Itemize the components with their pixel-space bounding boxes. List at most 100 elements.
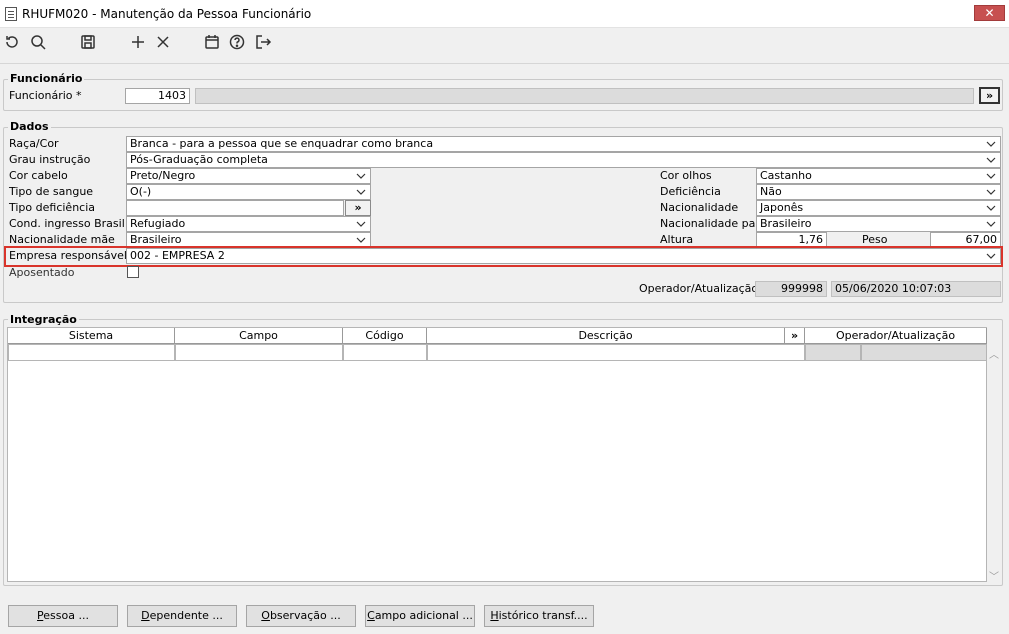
chevron-down-icon — [985, 250, 997, 262]
add-icon[interactable] — [127, 31, 149, 53]
raca-cor-select[interactable]: Branca - para a pessoa que se enquadrar … — [126, 136, 1001, 152]
historico-transf-button-hotkey: H — [490, 609, 499, 622]
raca-cor-label: Raça/Cor — [9, 137, 59, 150]
tipo-deficiencia-lookup-button[interactable]: » — [345, 200, 371, 216]
funcionario-group-title: Funcionário — [8, 72, 85, 85]
tipo-deficiencia-label: Tipo deficiência — [9, 201, 96, 214]
operador-datetime-field: 05/06/2020 10:07:03 — [831, 281, 1001, 297]
undo-icon[interactable] — [1, 31, 23, 53]
observacao-button[interactable]: Observação ... — [246, 605, 356, 627]
cor-cabelo-label: Cor cabelo — [9, 169, 68, 182]
historico-transf-button[interactable]: Histórico transf.... — [484, 605, 594, 627]
column-header-campo[interactable]: Campo — [175, 328, 343, 344]
campo-adicional-button-hotkey: C — [367, 609, 375, 622]
operador-label: Operador/Atualização — [639, 282, 759, 295]
column-expand-button[interactable]: » — [785, 328, 805, 344]
peso-label: Peso — [862, 233, 888, 246]
help-icon[interactable] — [226, 31, 248, 53]
nacionalidade-label: Nacionalidade — [660, 201, 739, 214]
cond-ingresso-value: Refugiado — [130, 217, 186, 230]
chevron-down-icon — [355, 186, 367, 198]
chevron-down-icon — [355, 234, 367, 246]
funcionario-code-input[interactable]: 1403 — [125, 88, 190, 104]
cond-ingresso-select[interactable]: Refugiado — [126, 216, 371, 232]
tipo-sangue-value: O(-) — [130, 185, 152, 198]
pessoa-button[interactable]: Pessoa ... — [8, 605, 118, 627]
chevron-down-icon — [985, 202, 997, 214]
save-icon[interactable] — [77, 31, 99, 53]
grid-cell-campo[interactable] — [175, 344, 343, 361]
chevron-down-icon — [355, 170, 367, 182]
grau-instrucao-value: Pós-Graduação completa — [130, 153, 268, 166]
funcionario-label: Funcionário * — [9, 89, 82, 102]
raca-cor-value: Branca - para a pessoa que se enquadrar … — [130, 137, 434, 150]
cor-olhos-label: Cor olhos — [660, 169, 712, 182]
scroll-up-icon[interactable]: ︿ — [989, 346, 999, 361]
tipo-deficiencia-input[interactable] — [126, 200, 344, 216]
grau-instrucao-label: Grau instrução — [9, 153, 91, 166]
empresa-responsavel-label: Empresa responsável — [9, 249, 127, 262]
dados-group-title: Dados — [8, 120, 51, 133]
operador-code-field: 999998 — [755, 281, 827, 297]
deficiencia-value: Não — [760, 185, 782, 198]
dependente-button-hotkey: D — [141, 609, 150, 622]
column-header-sistema[interactable]: Sistema — [8, 328, 175, 344]
nacionalidade-pai-value: Brasileiro — [760, 217, 812, 230]
dependente-button-label: ependente ... — [149, 609, 223, 622]
pessoa-button-label: essoa ... — [43, 609, 89, 622]
nacionalidade-pai-select[interactable]: Brasileiro — [756, 216, 1001, 232]
nacionalidade-value: Japonês — [760, 201, 804, 214]
grid-cell-descricao[interactable] — [427, 344, 805, 361]
tipo-sangue-label: Tipo de sangue — [9, 185, 94, 198]
toolbar-divider — [0, 63, 1009, 64]
close-button[interactable]: ✕ — [974, 5, 1005, 21]
nacionalidade-mae-label: Nacionalidade mãe — [9, 233, 115, 246]
integracao-group-title: Integração — [8, 313, 79, 326]
empresa-responsavel-value: 002 - EMPRESA 2 — [130, 249, 225, 262]
scroll-down-icon[interactable]: ﹀ — [989, 568, 999, 583]
grid-cell-operador-datetime — [861, 344, 987, 361]
deficiencia-label: Deficiência — [660, 185, 721, 198]
funcionario-name-field — [195, 88, 974, 104]
chevron-down-icon — [985, 218, 997, 230]
aposentado-label: Aposentado — [9, 266, 75, 279]
calendar-icon[interactable] — [201, 31, 223, 53]
funcionario-lookup-button[interactable]: » — [979, 87, 1000, 104]
campo-adicional-button-label: ampo adicional ... — [374, 609, 473, 622]
chevron-down-icon — [985, 154, 997, 166]
integracao-grid — [7, 327, 987, 582]
dependente-button[interactable]: Dependente ... — [127, 605, 237, 627]
search-icon[interactable] — [27, 31, 49, 53]
chevron-down-icon — [355, 218, 367, 230]
chevron-down-icon — [985, 138, 997, 150]
window-title: RHUFM020 - Manutenção da Pessoa Funcioná… — [22, 7, 312, 21]
nacionalidade-pai-label: Nacionalidade pai — [660, 217, 759, 230]
observacao-button-label: bservação ... — [269, 609, 341, 622]
column-header-operador[interactable]: Operador/Atualização — [805, 328, 987, 344]
empresa-responsavel-select[interactable]: 002 - EMPRESA 2 — [126, 248, 1001, 264]
exit-icon[interactable] — [252, 31, 274, 53]
deficiencia-select[interactable]: Não — [756, 184, 1001, 200]
altura-label: Altura — [660, 233, 694, 246]
cor-cabelo-select[interactable]: Preto/Negro — [126, 168, 371, 184]
campo-adicional-button[interactable]: Campo adicional ... — [365, 605, 475, 627]
tipo-sangue-select[interactable]: O(-) — [126, 184, 371, 200]
column-header-descricao[interactable]: Descrição — [427, 328, 785, 344]
cor-olhos-select[interactable]: Castanho — [756, 168, 1001, 184]
historico-transf-button-label: istórico transf.... — [498, 609, 588, 622]
grid-cell-sistema[interactable] — [8, 344, 175, 361]
nacionalidade-mae-value: Brasileiro — [130, 233, 182, 246]
document-icon — [5, 7, 17, 21]
grid-cell-codigo[interactable] — [343, 344, 427, 361]
nacionalidade-select[interactable]: Japonês — [756, 200, 1001, 216]
delete-icon[interactable] — [152, 31, 174, 53]
chevron-down-icon — [985, 170, 997, 182]
grau-instrucao-select[interactable]: Pós-Graduação completa — [126, 152, 1001, 168]
observacao-button-hotkey: O — [261, 609, 270, 622]
cor-cabelo-value: Preto/Negro — [130, 169, 196, 182]
chevron-down-icon — [985, 186, 997, 198]
aposentado-checkbox[interactable] — [127, 266, 139, 278]
cond-ingresso-label: Cond. ingresso Brasil — [9, 217, 125, 230]
grid-cell-operador-code — [805, 344, 861, 361]
column-header-codigo[interactable]: Código — [343, 328, 427, 344]
